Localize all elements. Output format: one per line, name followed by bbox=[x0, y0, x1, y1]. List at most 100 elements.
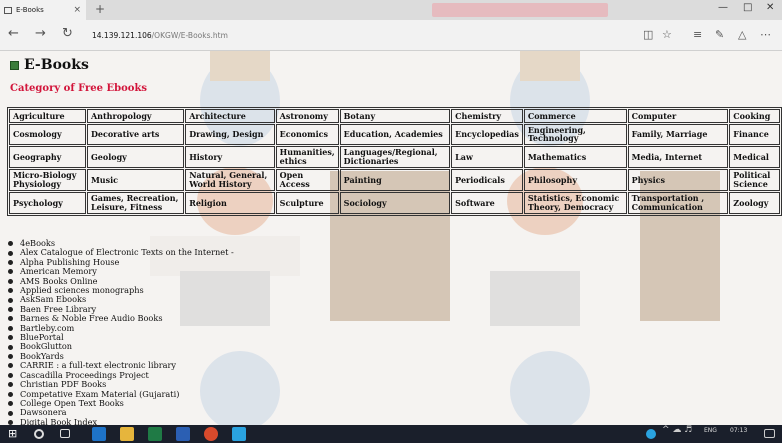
search-icon[interactable] bbox=[34, 429, 44, 439]
new-tab-icon[interactable]: + bbox=[95, 2, 105, 16]
category-link[interactable]: Sociology bbox=[339, 191, 451, 214]
category-link[interactable]: Cooking bbox=[729, 109, 780, 123]
category-link[interactable]: Commerce bbox=[523, 109, 627, 123]
bullet-icon bbox=[8, 307, 13, 313]
ebook-list-item[interactable]: Digital Book Index bbox=[8, 417, 234, 425]
category-link[interactable]: Medical bbox=[729, 145, 780, 168]
category-link[interactable]: Sculpture bbox=[275, 191, 339, 214]
task-view-icon[interactable] bbox=[60, 429, 70, 438]
title-extension-area bbox=[432, 3, 608, 17]
minimize-icon[interactable]: — bbox=[718, 2, 728, 13]
category-link[interactable]: Transportation , Communication bbox=[627, 191, 729, 214]
clock[interactable]: 07:13 bbox=[730, 427, 747, 434]
notification-icon[interactable] bbox=[764, 429, 775, 438]
bullet-icon bbox=[8, 354, 13, 360]
language-indicator[interactable]: ENG bbox=[704, 427, 717, 434]
category-link[interactable]: Media, Internet bbox=[627, 145, 729, 168]
browser-titlebar: E-Books × + — □ ✕ bbox=[0, 0, 782, 20]
close-window-icon[interactable]: ✕ bbox=[766, 2, 774, 13]
more-icon[interactable]: ⋯ bbox=[760, 28, 771, 41]
url-field[interactable]: 14.139.121.106/OKGW/E-Books.htm bbox=[92, 31, 228, 40]
category-link[interactable]: Family, Marriage bbox=[627, 124, 729, 145]
category-link[interactable]: Games, Recreation, Leisure, Fitness bbox=[86, 191, 185, 214]
url-host: 14.139.121.106 bbox=[92, 31, 152, 40]
bullet-icon bbox=[8, 410, 13, 416]
file-explorer-icon[interactable] bbox=[120, 427, 134, 441]
bullet-icon bbox=[8, 297, 13, 303]
category-link[interactable]: Micro-Biology Physiology bbox=[9, 168, 86, 191]
category-link[interactable]: Geography bbox=[9, 145, 86, 168]
bullet-icon bbox=[8, 401, 13, 407]
category-link[interactable]: Painting bbox=[339, 168, 451, 191]
category-link[interactable]: Botany bbox=[339, 109, 451, 123]
category-link[interactable]: Cosmology bbox=[9, 124, 86, 145]
category-link[interactable]: Zoology bbox=[729, 191, 780, 214]
category-link[interactable]: Geology bbox=[86, 145, 185, 168]
ebook-link[interactable]: Digital Book Index bbox=[20, 417, 97, 425]
page-icon bbox=[4, 6, 12, 14]
category-link[interactable]: Natural, General, World History bbox=[185, 168, 275, 191]
tray-app-icon[interactable] bbox=[646, 429, 656, 439]
category-link[interactable]: Anthropology bbox=[86, 109, 185, 123]
category-link[interactable]: Law bbox=[451, 145, 523, 168]
web-note-icon[interactable]: ✎ bbox=[715, 28, 724, 41]
category-link[interactable]: Computer bbox=[627, 109, 729, 123]
category-link[interactable]: Engineering, Technology bbox=[523, 124, 627, 145]
category-link[interactable]: Astronomy bbox=[275, 109, 339, 123]
tray-icons[interactable]: ^ ☁ ♬ bbox=[662, 426, 692, 435]
category-link[interactable]: Mathematics bbox=[523, 145, 627, 168]
category-link[interactable]: Economics bbox=[275, 124, 339, 145]
category-link[interactable]: Software bbox=[451, 191, 523, 214]
category-link[interactable]: Languages/Regional, Dictionaries bbox=[339, 145, 451, 168]
share-icon[interactable]: △ bbox=[738, 28, 746, 41]
taskbar: ⊞ ^ ☁ ♬ ENG 07:13 bbox=[0, 425, 782, 443]
category-link[interactable]: History bbox=[185, 145, 275, 168]
category-link[interactable]: Decorative arts bbox=[86, 124, 185, 145]
bullet-icon bbox=[8, 335, 13, 341]
bullet-icon bbox=[8, 316, 13, 322]
reading-view-icon[interactable]: ◫ bbox=[643, 28, 653, 41]
category-link[interactable]: Open Access bbox=[275, 168, 339, 191]
category-link[interactable]: Humanities, ethics bbox=[275, 145, 339, 168]
category-link[interactable]: Education, Academies bbox=[339, 124, 451, 145]
web-page: E-Books Category of Free Ebooks Agricult… bbox=[0, 51, 782, 425]
page-content: E-Books Category of Free Ebooks Agricult… bbox=[0, 51, 782, 425]
back-icon[interactable]: ← bbox=[8, 26, 19, 41]
category-heading: Category of Free Ebooks bbox=[10, 83, 148, 94]
forward-icon[interactable]: → bbox=[35, 26, 46, 41]
category-link[interactable]: Statistics, Economic Theory, Democracy bbox=[523, 191, 627, 214]
category-link[interactable]: Architecture bbox=[185, 109, 275, 123]
category-link[interactable]: Agriculture bbox=[9, 109, 86, 123]
category-link[interactable]: Periodicals bbox=[451, 168, 523, 191]
category-row: Psychology Games, Recreation, Leisure, Fi… bbox=[9, 191, 780, 214]
skype-app-icon[interactable] bbox=[232, 427, 246, 441]
category-link[interactable]: Physics bbox=[627, 168, 729, 191]
ebook-list: 4eBooks Alex Catalogue of Electronic Text… bbox=[8, 238, 234, 425]
maximize-icon[interactable]: □ bbox=[743, 2, 752, 13]
chrome-app-icon[interactable] bbox=[204, 427, 218, 441]
category-link[interactable]: Political Science bbox=[729, 168, 780, 191]
favorite-star-icon[interactable]: ☆ bbox=[662, 28, 672, 41]
category-link[interactable]: Encyclopedias bbox=[451, 124, 523, 145]
edge-app-icon[interactable] bbox=[92, 427, 106, 441]
category-link[interactable]: Psychology bbox=[9, 191, 86, 214]
category-link[interactable]: Chemistry bbox=[451, 109, 523, 123]
category-link[interactable]: Music bbox=[86, 168, 185, 191]
bullet-icon bbox=[8, 382, 13, 388]
browser-tab[interactable]: E-Books × bbox=[0, 0, 86, 20]
bullet-icon bbox=[8, 278, 13, 284]
book-icon bbox=[10, 60, 19, 70]
excel-app-icon[interactable] bbox=[148, 427, 162, 441]
bullet-icon bbox=[8, 344, 13, 350]
address-bar: ← → ↻ 14.139.121.106/OKGW/E-Books.htm ◫ … bbox=[0, 20, 782, 51]
refresh-icon[interactable]: ↻ bbox=[62, 26, 73, 41]
bullet-icon bbox=[8, 241, 13, 247]
word-app-icon[interactable] bbox=[176, 427, 190, 441]
category-link[interactable]: Philosophy bbox=[523, 168, 627, 191]
category-link[interactable]: Religion bbox=[185, 191, 275, 214]
category-link[interactable]: Drawing, Design bbox=[185, 124, 275, 145]
hub-icon[interactable]: ≡ bbox=[693, 28, 702, 41]
windows-start-icon[interactable]: ⊞ bbox=[8, 427, 22, 441]
tab-close-icon[interactable]: × bbox=[73, 5, 86, 15]
category-link[interactable]: Finance bbox=[729, 124, 780, 145]
